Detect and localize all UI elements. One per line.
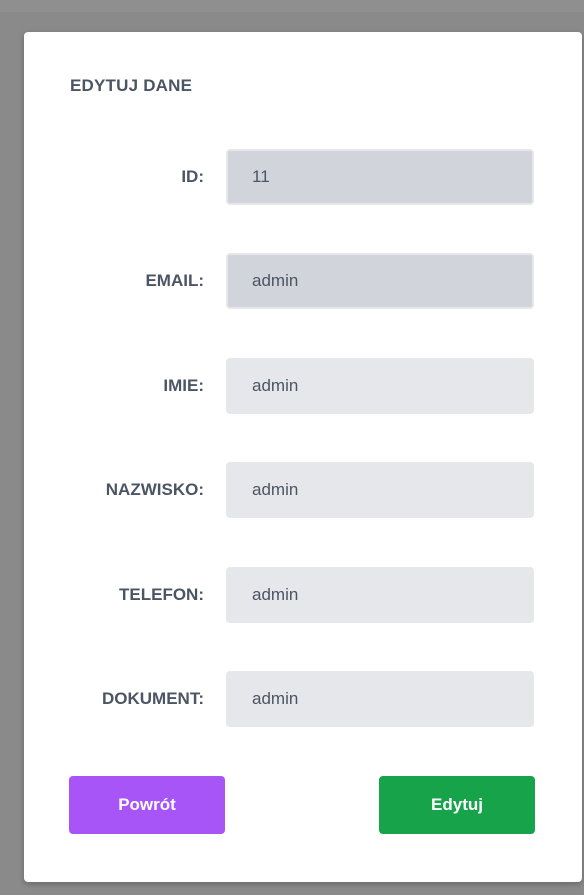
field-row-email: EMAIL: — [24, 253, 582, 309]
field-row-imie: IMIE: — [24, 358, 582, 414]
back-button[interactable]: Powrót — [69, 776, 225, 834]
edit-button[interactable]: Edytuj — [379, 776, 535, 834]
telefon-field[interactable] — [226, 567, 534, 623]
field-row-id: ID: — [24, 149, 582, 205]
field-row-telefon: TELEFON: — [24, 567, 582, 623]
email-field[interactable] — [226, 253, 534, 309]
nazwisko-label: NAZWISKO: — [105, 480, 204, 499]
imie-field[interactable] — [226, 358, 534, 414]
field-row-dokument: DOKUMENT: — [24, 671, 582, 727]
telefon-label: TELEFON: — [119, 585, 204, 604]
edit-data-modal: EDYTUJ DANE ID: EMAIL: IMIE: NAZWISKO: T… — [24, 32, 582, 882]
email-label: EMAIL: — [145, 271, 204, 290]
field-row-nazwisko: NAZWISKO: — [24, 462, 582, 518]
id-label: ID: — [181, 167, 204, 186]
imie-label: IMIE: — [163, 376, 204, 395]
modal-title: EDYTUJ DANE — [70, 76, 193, 95]
dokument-label: DOKUMENT: — [102, 689, 204, 708]
nazwisko-field[interactable] — [226, 462, 534, 518]
backdrop-top-strip — [0, 0, 584, 12]
id-field[interactable] — [226, 149, 534, 205]
dokument-field[interactable] — [226, 671, 534, 727]
